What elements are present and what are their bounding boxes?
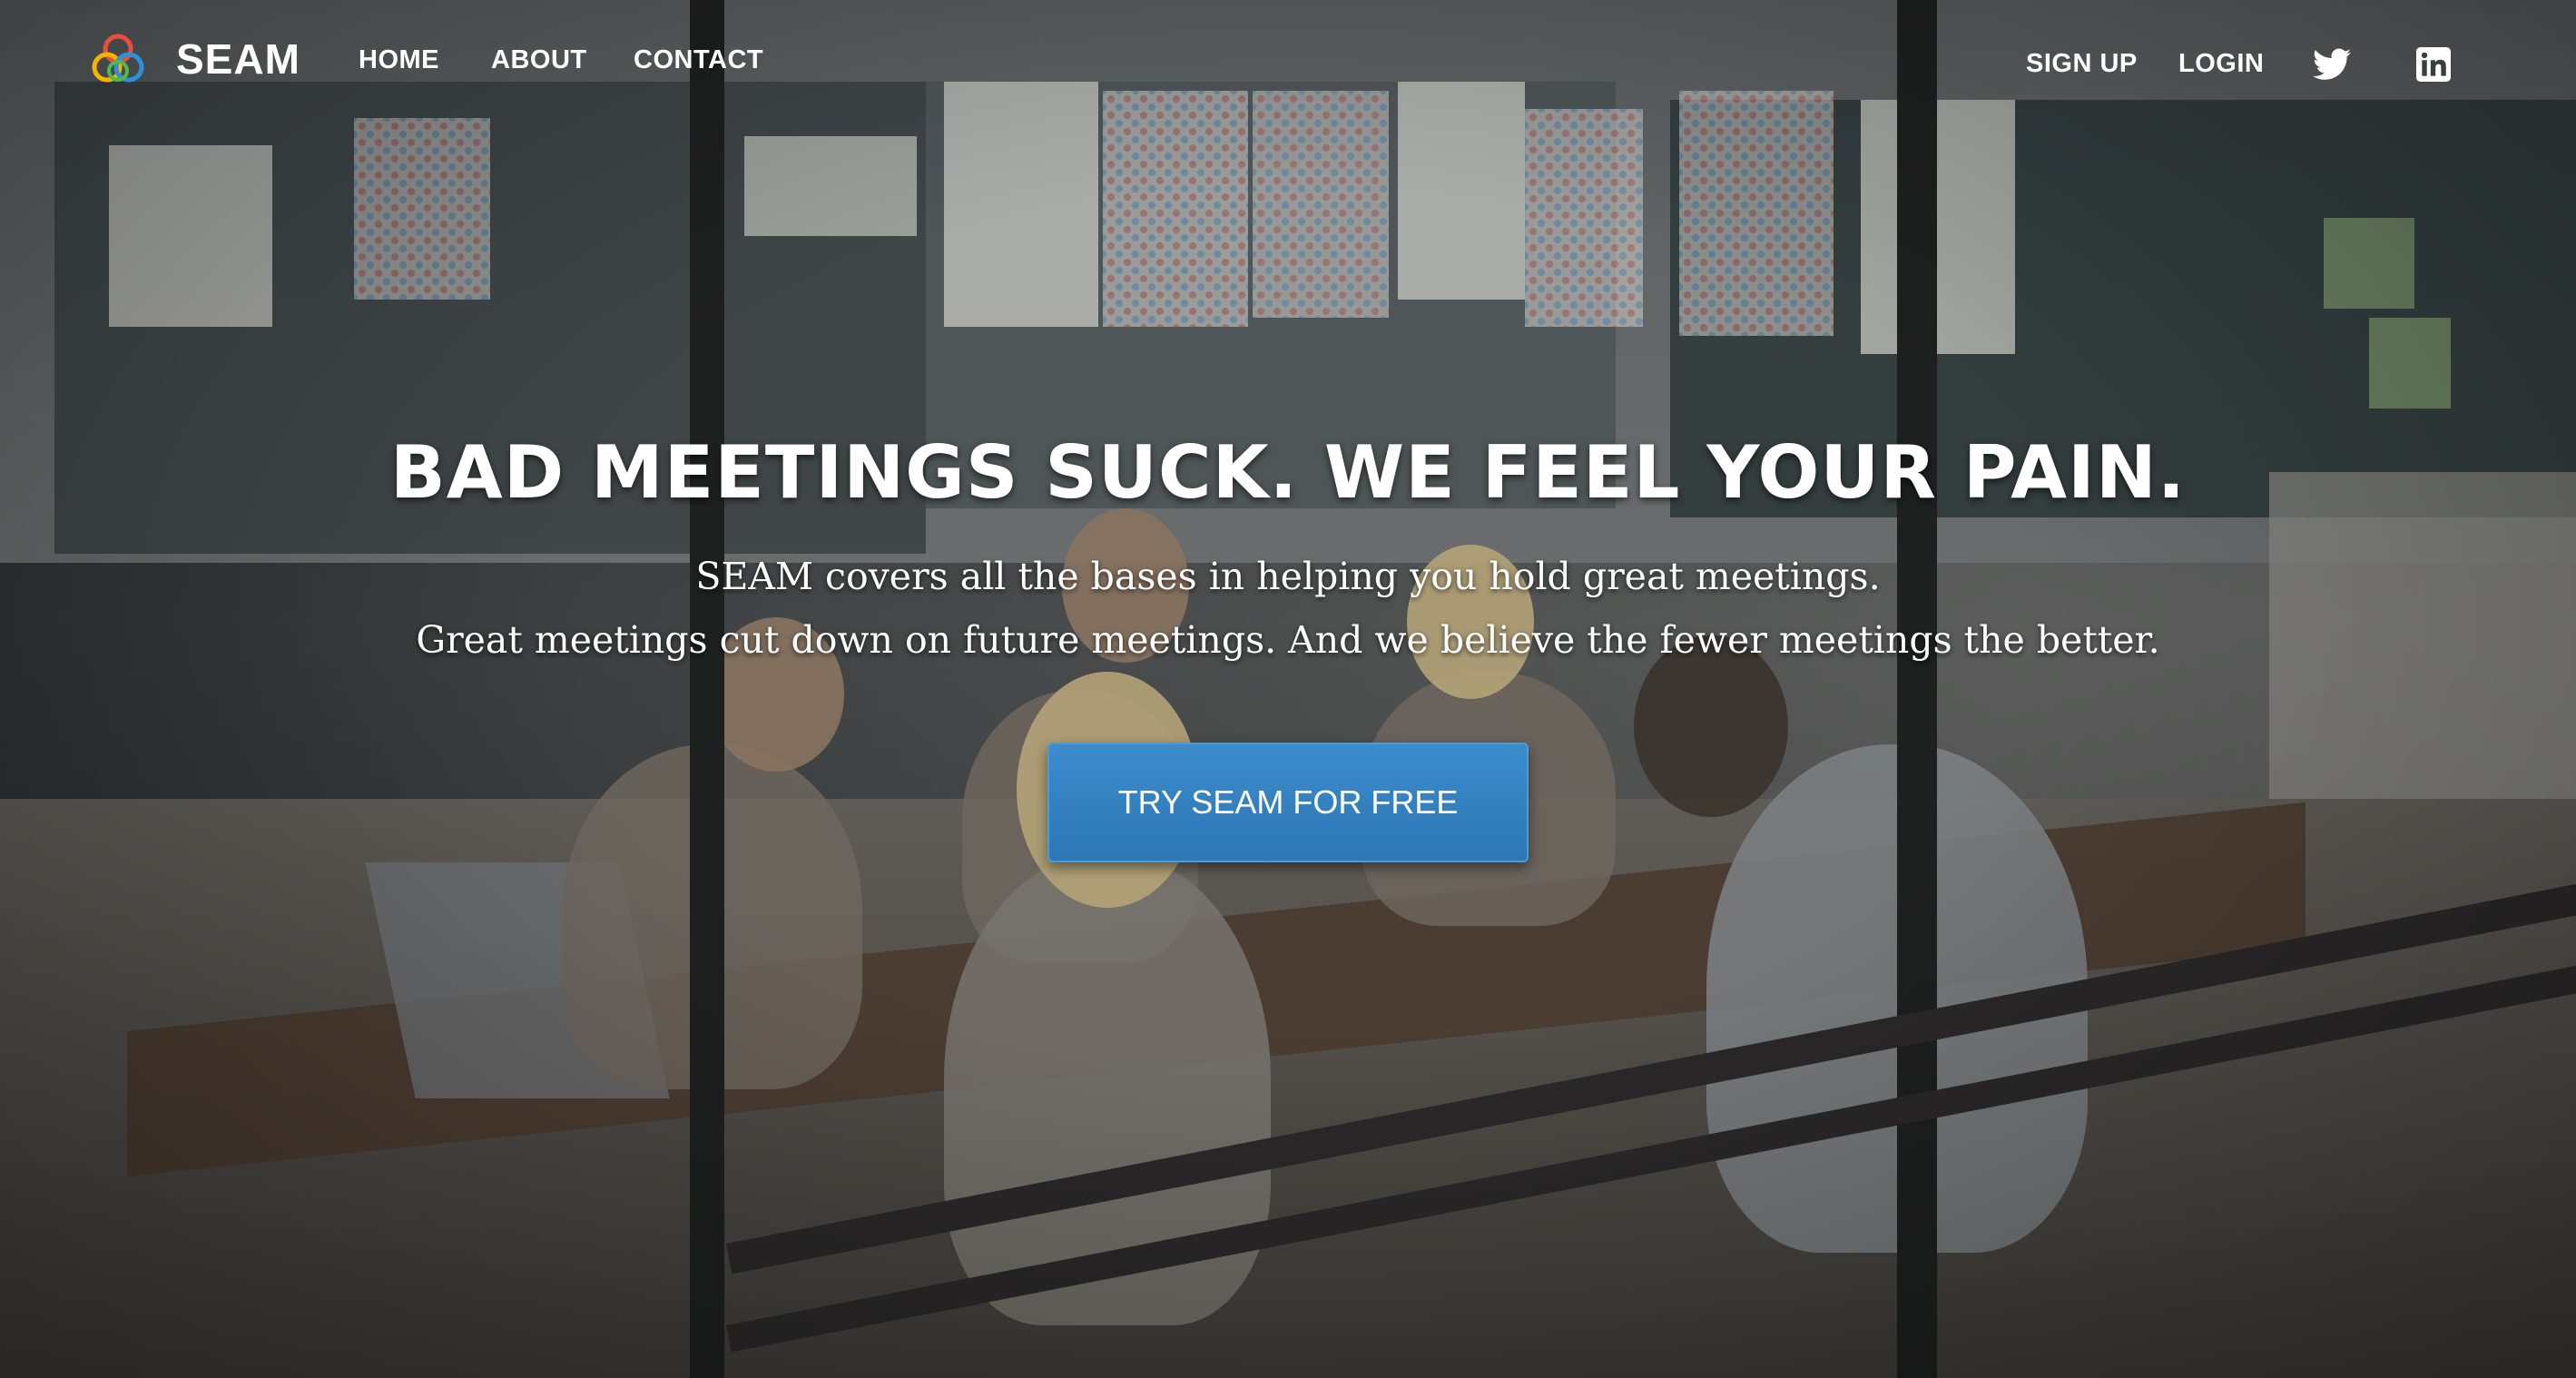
seam-logo-icon[interactable] — [85, 29, 151, 94]
hero-section: SEAM HOME ABOUT CONTACT SIGN UP LOGIN BA… — [0, 0, 2576, 1378]
top-navbar: SEAM HOME ABOUT CONTACT SIGN UP LOGIN — [0, 0, 2576, 127]
brand-name[interactable]: SEAM — [176, 34, 300, 84]
hero-subtext-line-2: Great meetings cut down on future meetin… — [416, 618, 2160, 662]
background-overlay — [0, 0, 2576, 1378]
nav-home-link[interactable]: HOME — [359, 45, 439, 75]
nav-about-link[interactable]: ABOUT — [491, 45, 587, 75]
try-seam-free-button[interactable]: TRY SEAM FOR FREE — [1047, 743, 1529, 862]
twitter-icon[interactable] — [2313, 48, 2351, 81]
nav-contact-link[interactable]: CONTACT — [634, 45, 763, 75]
linkedin-icon[interactable] — [2416, 47, 2451, 82]
hero-subtext: SEAM covers all the bases in helping you… — [0, 545, 2576, 672]
login-link[interactable]: LOGIN — [2178, 49, 2264, 79]
signup-link[interactable]: SIGN UP — [2026, 49, 2138, 79]
hero-headline: BAD MEETINGS SUCK. WE FEEL YOUR PAIN. — [389, 429, 2187, 515]
hero-subtext-line-1: SEAM covers all the bases in helping you… — [695, 555, 1881, 598]
